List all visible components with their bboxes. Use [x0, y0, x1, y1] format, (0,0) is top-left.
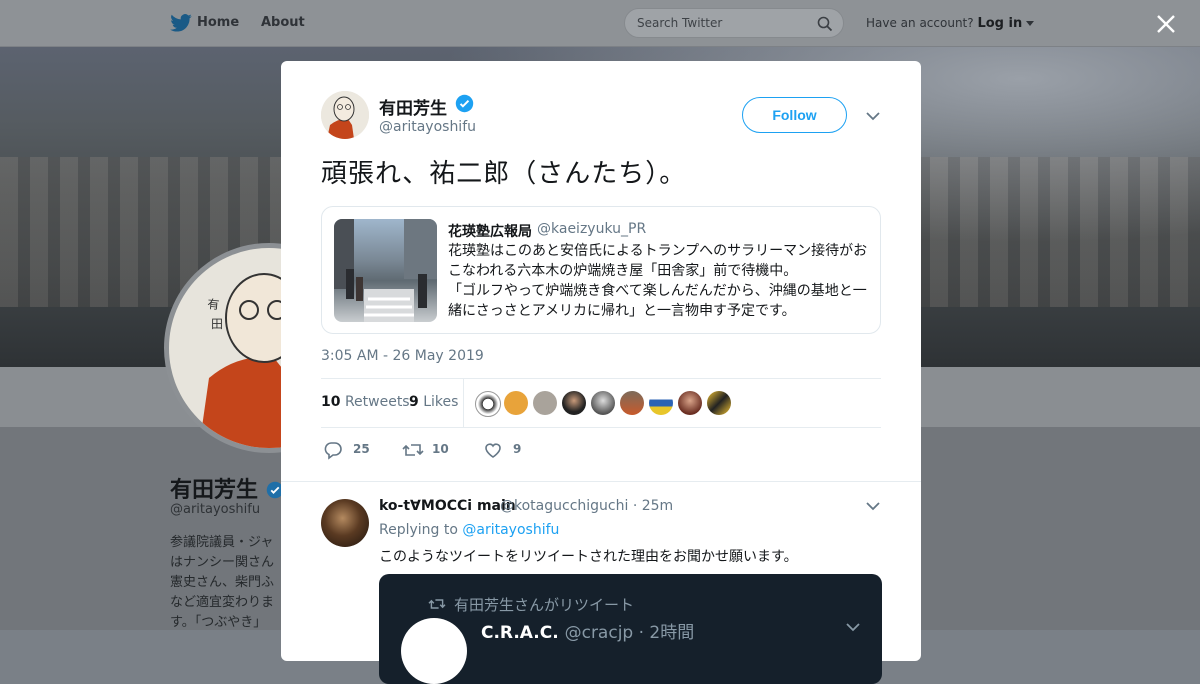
liker-avatar[interactable]: [678, 391, 702, 415]
retweets-stat[interactable]: 10 Retweets: [321, 394, 410, 410]
have-account-text: Have an account?: [866, 16, 974, 30]
media-second-line: C.R.A.C. @cracjp · 2時間: [481, 618, 694, 643]
author-avatar[interactable]: [321, 91, 369, 139]
quoted-line: 花瑛塾はこのあと安倍氏によるトランプへのサラリーマン接待がお: [448, 243, 868, 259]
nav-home-link[interactable]: Home: [197, 15, 239, 30]
close-icon[interactable]: [1156, 14, 1176, 34]
reply-media-screenshot[interactable]: 有田芳生さんがリツイート C.R.A.C. @cracjp · 2時間: [379, 574, 882, 684]
liker-avatar[interactable]: [707, 391, 731, 415]
quoted-tweet-text: 花瑛塾はこのあと安倍氏によるトランプへのサラリーマン接待がお こなわれる六本木の…: [448, 241, 872, 321]
media-author-name: C.R.A.C.: [481, 623, 559, 643]
quoted-author-handle: @kaeizyuku_PR: [537, 221, 647, 237]
reply-text: このようなツイートをリツイートされた理由をお聞かせ願います。: [379, 549, 798, 565]
profile-handle: @aritayoshifu: [170, 502, 261, 517]
tweet-text: 頑張れ、祐二郎（さんたち）。: [321, 159, 687, 189]
reply-count: 25: [353, 442, 370, 456]
replying-to-link[interactable]: @aritayoshifu: [462, 522, 559, 538]
reply-handle-text: @kotagucchiguchi: [500, 498, 629, 514]
author-handle[interactable]: @aritayoshifu: [379, 119, 476, 135]
retweets-label: Retweets: [344, 394, 410, 410]
liker-avatar[interactable]: [620, 391, 644, 415]
quoted-tweet-image[interactable]: [334, 219, 437, 322]
search-input[interactable]: Search Twitter: [624, 8, 844, 38]
verified-badge-icon: [455, 94, 474, 113]
profile-name: 有田芳生: [170, 472, 284, 504]
like-count: 9: [513, 442, 522, 456]
bio-line: 憲史さん、柴門ふ: [170, 575, 275, 590]
caret-down-icon[interactable]: [1026, 20, 1035, 27]
login-prompt: Have an account? Log in: [866, 16, 1035, 31]
author-caricature-icon: [321, 91, 369, 139]
liker-avatar[interactable]: [591, 391, 615, 415]
tweet-timestamp[interactable]: 3:05 AM - 26 May 2019: [321, 348, 484, 364]
search-icon[interactable]: [817, 16, 833, 32]
top-navigation-bar: Home About Search Twitter Have an accoun…: [0, 0, 1200, 47]
bio-line: など適宜変わりま: [170, 595, 275, 610]
retweet-count: 10: [432, 442, 449, 456]
liker-avatar[interactable]: [562, 391, 586, 415]
quoted-line: 「ゴルフやって炉端焼き食べて楽しんだんだから、沖縄の基地と一: [448, 283, 867, 299]
reply-icon: [324, 442, 342, 460]
author-name[interactable]: 有田芳生: [379, 94, 447, 119]
reply-menu-chevron-icon[interactable]: [866, 501, 880, 511]
nav-about-link[interactable]: About: [261, 15, 305, 30]
bio-line: 参議院議員・ジャ: [170, 535, 274, 550]
likes-label: Likes: [423, 394, 459, 410]
retweets-count: 10: [321, 394, 341, 410]
svg-text:有: 有: [207, 297, 220, 312]
reply-time[interactable]: · 25m: [633, 498, 673, 514]
bio-line: す。「つぶやき」: [170, 615, 267, 630]
media-author-meta: @cracjp · 2時間: [564, 623, 695, 643]
profile-name-text: 有田芳生: [170, 478, 259, 503]
liker-avatar[interactable]: [504, 391, 528, 415]
replying-to: Replying to @aritayoshifu: [379, 522, 559, 538]
likes-stat[interactable]: 9 Likes: [409, 394, 458, 410]
liker-avatar[interactable]: [649, 391, 673, 415]
quoted-author-name: 花瑛塾広報局: [448, 224, 532, 240]
quoted-tweet[interactable]: 花瑛塾広報局 @kaeizyuku_PR 花瑛塾はこのあと安倍氏によるトランプへ…: [321, 206, 881, 334]
reply-author-name[interactable]: ko-t∀MOCCi main: [379, 498, 516, 514]
bio-line: はナンシー関さん: [170, 555, 275, 570]
replies-divider: [281, 481, 921, 482]
retweet-icon: [402, 444, 424, 456]
chevron-down-icon[interactable]: [866, 111, 880, 121]
reply-author-handle[interactable]: @kotagucchiguchi · 25m: [500, 498, 673, 514]
heart-icon: [485, 443, 501, 458]
liker-avatar[interactable]: [533, 391, 557, 415]
follow-button[interactable]: Follow: [742, 97, 847, 133]
quoted-line: こなわれる六本木の炉端焼き屋「田舎家」前で待機中。: [448, 263, 798, 279]
svg-text:田: 田: [211, 317, 223, 331]
media-retweet-line: 有田芳生さんがリツイート: [454, 596, 635, 614]
replying-to-prefix: Replying to: [379, 522, 458, 538]
twitter-bird-icon[interactable]: [170, 14, 192, 32]
reply-author-avatar[interactable]: [321, 499, 369, 547]
media-avatar: [401, 618, 467, 684]
tweet-modal: 有田芳生 @aritayoshifu Follow 頑張れ、祐二郎（さんたち）。…: [281, 61, 921, 684]
likes-count: 9: [409, 394, 419, 410]
quoted-line: 緒にさっさとアメリカに帰れ」と一言物申す予定です。: [448, 303, 796, 319]
profile-bio: 参議院議員・ジャ はナンシー関さん 憲史さん、柴門ふ など適宜変わりま す。「つ…: [170, 533, 290, 633]
tweet-stats: 10 Retweets 9 Likes: [321, 378, 881, 428]
street-photo-icon: [334, 219, 437, 322]
liker-avatar[interactable]: [475, 391, 501, 417]
search-placeholder: Search Twitter: [637, 16, 723, 30]
media-chevron-down-icon: [846, 623, 860, 632]
stats-divider: [463, 379, 464, 427]
retweet-icon: [428, 599, 446, 609]
login-link[interactable]: Log in: [977, 16, 1022, 31]
